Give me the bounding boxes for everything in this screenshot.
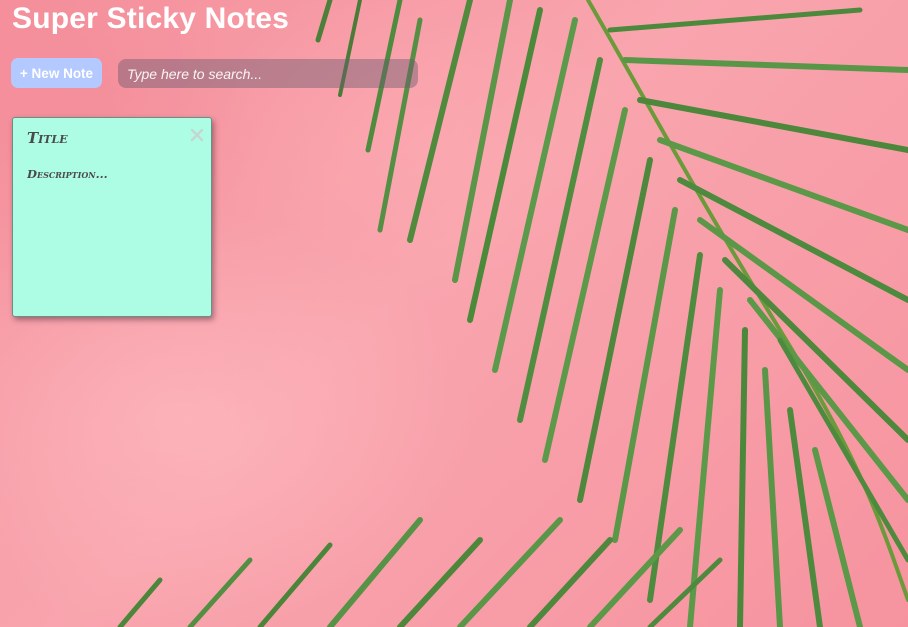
sticky-note — [12, 117, 212, 317]
new-note-button[interactable]: + New Note — [11, 58, 102, 88]
note-description-input[interactable] — [27, 167, 197, 297]
app-title: Super Sticky Notes — [12, 2, 290, 35]
close-icon[interactable] — [189, 127, 205, 143]
search-input[interactable] — [118, 59, 418, 88]
note-title-input[interactable] — [27, 129, 187, 147]
